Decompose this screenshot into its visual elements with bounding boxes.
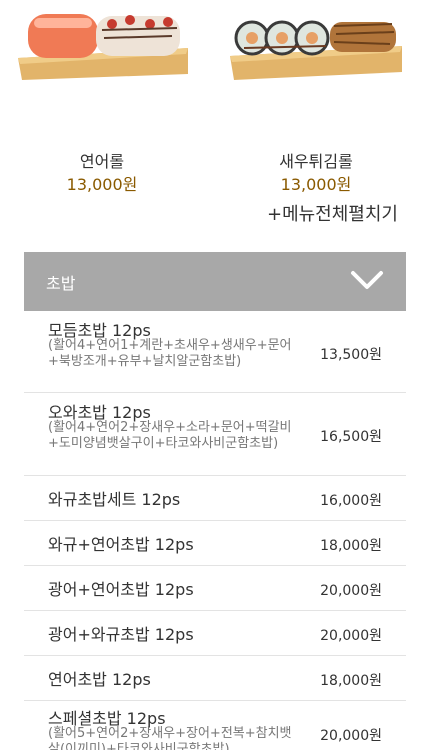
menu-item-price: 20,000원: [320, 583, 382, 599]
menu-item-title: 와규초밥세트 12ps: [48, 490, 181, 509]
featured-item-price: 13,000원: [66, 175, 138, 194]
menu-item[interactable]: 오와초밥 12ps (활어4+연어2+장새우+소라+문어+떡갈비+도미양념뱃살구…: [24, 393, 406, 476]
shrimp-tempura-roll-image: [230, 20, 402, 80]
featured-menu: 연어롤 13,000원 새우튀김롤 13,000원: [0, 0, 422, 205]
menu-item[interactable]: 스페셜초밥 12ps (활어5+연어2+장새우+장어+전복+참치뱃살(이끼미)+…: [24, 701, 406, 750]
menu-item[interactable]: 와규+연어초밥 12ps 18,000원: [24, 521, 406, 566]
menu-item-price: 18,000원: [320, 673, 382, 689]
menu-item-title: 와규+연어초밥 12ps: [48, 535, 194, 554]
chevron-down-icon[interactable]: [350, 268, 384, 292]
menu-item-price: 16,000원: [320, 493, 382, 509]
menu-item[interactable]: 와규초밥세트 12ps 16,000원: [24, 476, 406, 521]
menu-item-price: 20,000원: [320, 728, 382, 744]
category-header-sushi[interactable]: 초밥: [24, 252, 406, 311]
menu-item-description: (활어5+연어2+장새우+장어+전복+참치뱃살(이끼미)+타코와사비군함초밥): [48, 726, 292, 750]
menu-item[interactable]: 모듬초밥 12ps (활어4+연어1+계란+초새우+생새우+문어+북방조개+유부…: [24, 311, 406, 393]
expand-all-menu-button[interactable]: +메뉴전체펼치기: [267, 200, 398, 226]
menu-item-title: 광어+와규초밥 12ps: [48, 625, 194, 644]
menu-item-description: (활어4+연어1+계란+초새우+생새우+문어+북방조개+유부+날치알군함초밥): [48, 338, 292, 369]
menu-item[interactable]: 광어+연어초밥 12ps 20,000원: [24, 566, 406, 611]
menu-item-title: 연어초밥 12ps: [48, 670, 151, 689]
featured-item-price: 13,000원: [280, 175, 352, 194]
featured-item-salmon-roll[interactable]: 연어롤 13,000원: [12, 0, 192, 194]
menu-item-title: 광어+연어초밥 12ps: [48, 580, 194, 599]
featured-item-name: 새우튀김롤: [279, 152, 353, 171]
menu-item-price: 20,000원: [320, 628, 382, 644]
menu-list: 모듬초밥 12ps (활어4+연어1+계란+초새우+생새우+문어+북방조개+유부…: [24, 311, 406, 750]
category-label: 초밥: [46, 274, 76, 293]
menu-item[interactable]: 연어초밥 12ps 18,000원: [24, 656, 406, 701]
salmon-roll-image: [18, 14, 188, 80]
menu-item-price: 18,000원: [320, 538, 382, 554]
menu-item-price: 16,500원: [320, 429, 382, 445]
menu-item-description: (활어4+연어2+장새우+소라+문어+떡갈비+도미양념뱃살구이+타코와사비군함초…: [48, 420, 292, 451]
menu-item-price: 13,500원: [320, 347, 382, 363]
featured-item-name: 연어롤: [79, 152, 125, 171]
menu-item[interactable]: 광어+와규초밥 12ps 20,000원: [24, 611, 406, 656]
featured-item-shrimp-tempura-roll[interactable]: 새우튀김롤 13,000원: [226, 0, 406, 194]
